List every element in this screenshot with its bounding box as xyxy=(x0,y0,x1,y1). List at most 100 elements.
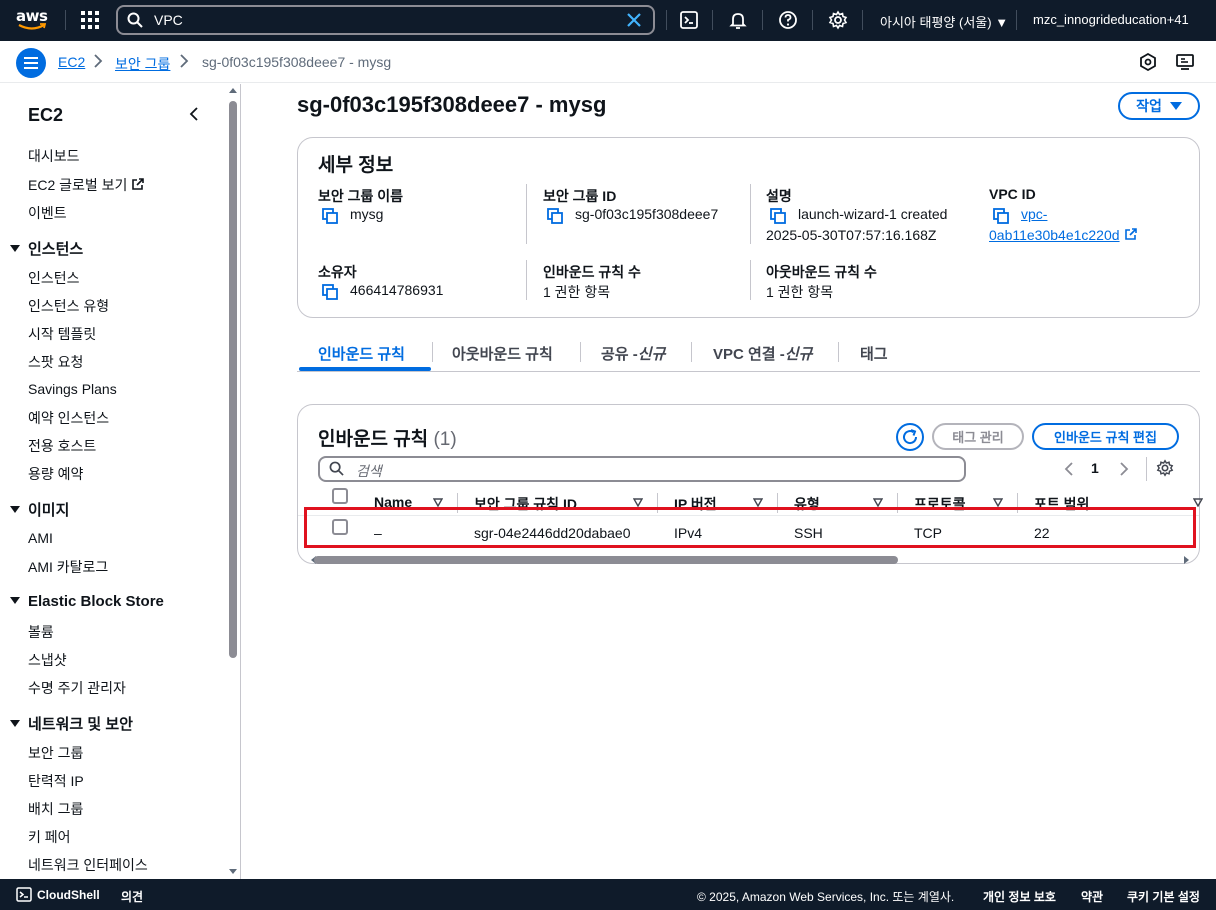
side-navigation: EC2 대시보드 EC2 글로벌 보기 이벤트 인스턴스 인스턴스 인스턴스 유… xyxy=(0,84,241,879)
tab-tags[interactable]: 태그 xyxy=(860,343,888,364)
manage-tags-button[interactable]: 태그 관리 xyxy=(932,423,1024,450)
sidebar-item-reserved-instances[interactable]: 예약 인스턴스 xyxy=(28,408,109,428)
sidebar-item-capacity-reservations[interactable]: 용량 예약 xyxy=(28,464,83,484)
sidebar-item-volumes[interactable]: 볼륨 xyxy=(28,622,54,642)
sidebar-item-ami-catalog[interactable]: AMI 카탈로그 xyxy=(28,557,108,577)
footer-terms[interactable]: 약관 xyxy=(1081,888,1103,905)
sidebar-item-dashboard[interactable]: 대시보드 xyxy=(28,146,80,166)
tab-sharing[interactable]: 공유 -신규 xyxy=(601,343,665,364)
breadcrumb-current: sg-0f03c195f308deee7 - mysg xyxy=(202,54,392,70)
footer-privacy[interactable]: 개인 정보 보호 xyxy=(983,888,1056,905)
footer-feedback[interactable]: 의견 xyxy=(121,888,143,905)
sg-id-label: 보안 그룹 ID xyxy=(543,188,617,204)
refresh-icon xyxy=(903,429,918,445)
cloudshell-icon[interactable] xyxy=(679,10,699,30)
settings-gear-icon[interactable] xyxy=(828,10,848,30)
sidebar-item-elastic-ips[interactable]: 탄력적 IP xyxy=(28,771,84,791)
aws-logo[interactable]: aws xyxy=(16,8,50,34)
vpc-id-link-line1[interactable]: vpc- xyxy=(1021,206,1047,222)
sort-icon[interactable] xyxy=(993,498,1003,507)
sidebar-section-images[interactable]: 이미지 xyxy=(10,499,69,520)
tab-vpc-associations[interactable]: VPC 연결 -신규 xyxy=(713,343,812,364)
services-grid-icon[interactable] xyxy=(81,11,99,29)
sidebar-item-security-groups[interactable]: 보안 그룹 xyxy=(28,743,83,763)
sidebar-item-savings-plans[interactable]: Savings Plans xyxy=(28,381,117,397)
nav-divider xyxy=(712,10,713,30)
table-preferences-gear-icon[interactable] xyxy=(1156,459,1174,477)
copy-icon[interactable] xyxy=(547,208,563,224)
sidebar-section-label: 네트워크 및 보안 xyxy=(28,716,133,733)
copy-icon[interactable] xyxy=(322,208,338,224)
footer-cloudshell[interactable]: CloudShell xyxy=(37,888,100,902)
collapse-sidebar-icon[interactable] xyxy=(186,106,202,122)
tab-inbound-rules[interactable]: 인바운드 규칙 xyxy=(318,343,405,364)
caret-down-icon xyxy=(10,720,20,727)
sidebar-item-instances[interactable]: 인스턴스 xyxy=(28,268,80,288)
sort-icon[interactable] xyxy=(1193,498,1203,507)
notifications-bell-icon[interactable] xyxy=(728,10,748,30)
footer-copyright: © 2025, Amazon Web Services, Inc. 또는 계열사… xyxy=(697,890,955,904)
breadcrumb-security-groups[interactable]: 보안 그룹 xyxy=(115,54,170,74)
sidebar-section-network-security[interactable]: 네트워크 및 보안 xyxy=(10,713,133,734)
sort-icon[interactable] xyxy=(433,498,443,507)
sidebar-item-global-view[interactable]: EC2 글로벌 보기 xyxy=(28,175,145,195)
sidebar-item-dedicated-hosts[interactable]: 전용 호스트 xyxy=(28,436,96,456)
highlighted-rule-row-box xyxy=(304,507,1196,548)
footer-cookie-preferences[interactable]: 쿠키 기본 설정 xyxy=(1127,888,1200,905)
nav-divider xyxy=(666,10,667,30)
sidebar-item-network-interfaces[interactable]: 네트워크 인터페이스 xyxy=(28,855,148,875)
outbound-count-value: 1 권한 항목 xyxy=(766,284,834,300)
clear-search-icon[interactable] xyxy=(624,10,644,30)
sidebar-item-placement-groups[interactable]: 배치 그룹 xyxy=(28,799,83,819)
sidebar-scroll-thumb[interactable] xyxy=(229,101,237,658)
actions-dropdown-button[interactable]: 작업 xyxy=(1118,92,1200,120)
search-placeholder: 검색 xyxy=(356,463,382,479)
sidebar-section-instances[interactable]: 인스턴스 xyxy=(10,238,83,259)
sort-icon[interactable] xyxy=(633,498,643,507)
sort-icon[interactable] xyxy=(873,498,883,507)
nav-divider xyxy=(812,10,813,30)
hexagon-settings-icon[interactable] xyxy=(1139,53,1157,71)
sidebar-item-ami[interactable]: AMI xyxy=(28,530,53,546)
sidebar-item-events[interactable]: 이벤트 xyxy=(28,203,67,223)
caret-down-icon xyxy=(10,597,20,604)
sort-icon[interactable] xyxy=(753,498,763,507)
select-all-checkbox[interactable] xyxy=(332,488,348,504)
vpc-id-value[interactable]: 0ab11e30b4e1c220d xyxy=(989,227,1120,243)
previous-page-icon[interactable] xyxy=(1063,462,1075,476)
sidebar-item-spot-requests[interactable]: 스팟 요청 xyxy=(28,352,83,372)
sidebar-section-ebs[interactable]: Elastic Block Store xyxy=(10,593,164,610)
sidebar-item-lifecycle-manager[interactable]: 수명 주기 관리자 xyxy=(28,678,126,698)
breadcrumb-bar: EC2 보안 그룹 sg-0f03c195f308deee7 - mysg xyxy=(0,41,1216,83)
sidebar-item-launch-templates[interactable]: 시작 템플릿 xyxy=(28,324,96,344)
tab-outbound-rules[interactable]: 아웃바운드 규칙 xyxy=(452,343,553,364)
next-page-icon[interactable] xyxy=(1118,462,1130,476)
account-menu[interactable]: mzc_innogrideducation+41 xyxy=(1033,12,1189,27)
copy-icon[interactable] xyxy=(993,208,1009,224)
sidebar-item-snapshots[interactable]: 스냅샷 xyxy=(28,650,67,670)
help-icon[interactable] xyxy=(778,10,798,30)
sidebar-item-label: EC2 글로벌 보기 xyxy=(28,177,128,193)
rules-search-input[interactable]: 검색 xyxy=(318,456,966,482)
region-selector[interactable]: 아시아 태평양 (서울) ▼ xyxy=(880,12,1008,31)
aws-logo-text: aws xyxy=(16,7,48,25)
column-divider xyxy=(750,184,751,244)
display-preferences-icon[interactable] xyxy=(1176,53,1194,71)
edit-inbound-rules-button[interactable]: 인바운드 규칙 편집 xyxy=(1032,423,1179,450)
caret-down-icon xyxy=(10,506,20,513)
copy-icon[interactable] xyxy=(322,284,338,300)
refresh-button[interactable] xyxy=(896,423,924,451)
menu-toggle-button[interactable] xyxy=(16,48,46,78)
vpc-id-link-line2[interactable]: 0ab11e30b4e1c220d xyxy=(989,227,1137,243)
horizontal-scroll-thumb[interactable] xyxy=(314,556,898,564)
region-label: 아시아 태평양 (서울) xyxy=(880,15,992,30)
cloudshell-icon[interactable] xyxy=(16,887,32,902)
page-title: sg-0f03c195f308deee7 - mysg xyxy=(297,92,607,117)
breadcrumb-ec2[interactable]: EC2 xyxy=(58,54,85,70)
sidebar-item-key-pairs[interactable]: 키 페어 xyxy=(28,827,71,847)
global-search-input[interactable]: VPC xyxy=(116,5,655,35)
copy-icon[interactable] xyxy=(770,208,786,224)
sidebar-item-instance-types[interactable]: 인스턴스 유형 xyxy=(28,296,109,316)
description-label: 설명 xyxy=(766,188,792,204)
current-page-number[interactable]: 1 xyxy=(1091,460,1099,476)
